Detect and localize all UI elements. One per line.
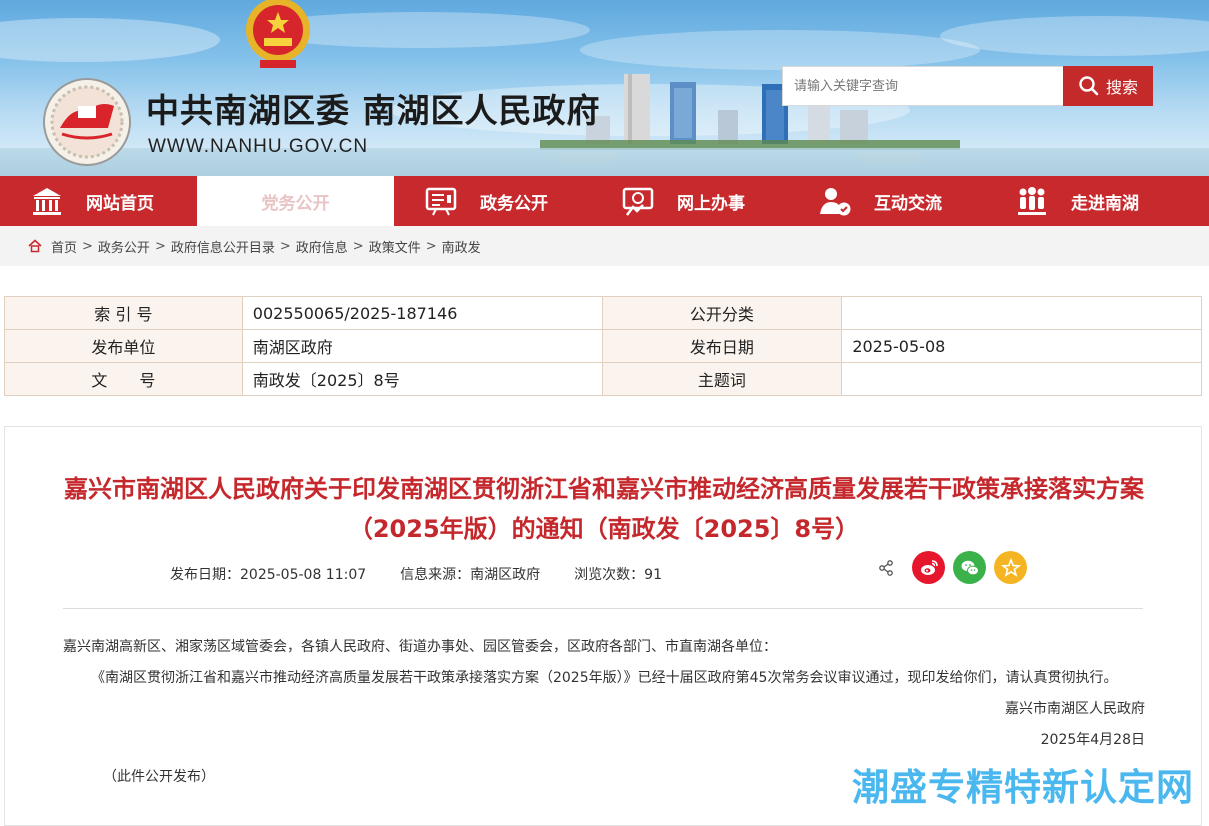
divider [63,608,1143,609]
nav-item-label: 党务公开 [261,193,330,214]
wechat-icon [961,560,979,575]
search-button-label: 搜索 [1105,78,1138,97]
index-number-value: 002550065/2025-187146 [241,296,603,330]
index-number-label: 索 引 号 [4,296,243,330]
nav-item-label: 互动交流 [874,193,942,214]
watermark-text: 潮盛专精特新认定网 [852,766,1194,809]
people-icon [1018,187,1046,215]
share-icon[interactable] [878,559,894,576]
service-icon [622,187,654,216]
publisher-value: 南湖区政府 [241,329,603,363]
breadcrumb-nanzhengfa[interactable]: 南政发 [442,237,481,256]
nav-item-label: 政务公开 [480,193,548,214]
article-source: 信息来源：南湖区政府 [400,567,541,583]
search-icon [1079,76,1099,96]
share-bar [878,551,1027,584]
nav-item-party-affairs[interactable]: 党务公开 [197,176,394,226]
article-title: 嘉兴市南湖区人民政府关于印发南湖区贯彻浙江省和嘉兴市推动经济高质量发展若干政策承… [64,475,1144,543]
favorite-icon [1000,557,1021,577]
home-icon [28,239,42,253]
article-publish-date: 发布日期：2025-05-08 11:07 [170,567,367,583]
national-emblem-icon [246,0,310,68]
breadcrumb-separator: > [82,238,93,254]
breadcrumb-separator: > [352,238,364,254]
nav-item-label: 走进南湖 [1071,193,1139,214]
document-number-value: 南政发〔2025〕8号 [241,362,603,396]
article-view-count: 浏览次数：91 [574,567,662,583]
breadcrumb-separator: > [425,238,437,254]
user-chat-icon [820,188,851,216]
category-value [841,296,1202,330]
weibo-share-button[interactable] [912,551,945,584]
search-input[interactable]: 请输入关键字查询 [782,66,1064,106]
nav-item-home[interactable]: 网站首页 [0,176,197,226]
breadcrumb-separator: > [154,238,166,254]
publisher-label: 发布单位 [4,329,243,363]
nav-item-label: 网上办事 [677,193,745,214]
keywords-value [841,362,1202,396]
site-url: WWW.NANHU.GOV.CN [148,136,369,157]
building-icon [33,188,61,215]
table-row: 索 引 号 002550065/2025-187146 公开分类 [4,296,1202,330]
search-button[interactable]: 搜索 [1063,66,1153,106]
publish-date-label: 发布日期 [601,329,843,363]
breadcrumb: 首页 > 政务公开 > 政府信息公开目录 > 政府信息 > 政策文件 > 南政发 [0,226,1209,266]
keywords-label: 主题词 [601,362,843,396]
article-meta: 发布日期：2025-05-08 11:07 信息来源：南湖区政府 浏览次数：91 [170,564,662,584]
nav-item-interaction[interactable]: 互动交流 [788,176,985,226]
site-title: 中共南湖区委 南湖区人民政府 [146,91,601,130]
breadcrumb-policy-documents[interactable]: 政策文件 [369,237,421,256]
breadcrumb-government-info[interactable]: 政府信息 [296,237,348,256]
breadcrumb-separator: > [279,238,291,254]
document-number-label: 文 号 [4,362,243,396]
nav-item-explore-nanhu[interactable]: 走进南湖 [985,176,1182,226]
article-paragraph: 《南湖区贯彻浙江省和嘉兴市推动经济高质量发展若干政策承接落实方案（2025年版）… [91,670,1118,686]
document-info-table: 索 引 号 002550065/2025-187146 公开分类 发布单位 南湖… [4,296,1202,396]
nav-item-online-service[interactable]: 网上办事 [591,176,788,226]
breadcrumb-disclosure-catalog[interactable]: 政府信息公开目录 [171,237,275,256]
site-header: 中共南湖区委 南湖区人民政府 WWW.NANHU.GOV.CN 请输入关键字查询… [0,0,1209,176]
article-addressee: 嘉兴南湖高新区、湘家荡区域管委会，各镇人民政府、街道办事处、园区管委会，区政府各… [63,639,777,655]
publish-date-value: 2025-05-08 [841,329,1202,363]
breadcrumb-government-affairs[interactable]: 政务公开 [98,237,150,256]
main-nav: 网站首页 党务公开 政务公开 网上办事 互动交流 走进南湖 [0,176,1209,226]
category-label: 公开分类 [601,296,843,330]
board-icon [425,187,457,216]
article-sign-date: 2025年4月28日 [1040,732,1145,748]
favorite-button[interactable] [994,551,1027,584]
wechat-share-button[interactable] [953,551,986,584]
breadcrumb-home[interactable]: 首页 [51,237,77,256]
nav-item-government-affairs[interactable]: 政务公开 [394,176,591,226]
nav-item-label: 网站首页 [86,193,154,214]
nanhu-logo-icon [43,78,131,166]
table-row: 发布单位 南湖区政府 发布日期 2025-05-08 [4,329,1202,363]
article-signature: 嘉兴市南湖区人民政府 [1005,701,1145,717]
weibo-icon [920,559,938,575]
table-row: 文 号 南政发〔2025〕8号 主题词 [4,362,1202,396]
